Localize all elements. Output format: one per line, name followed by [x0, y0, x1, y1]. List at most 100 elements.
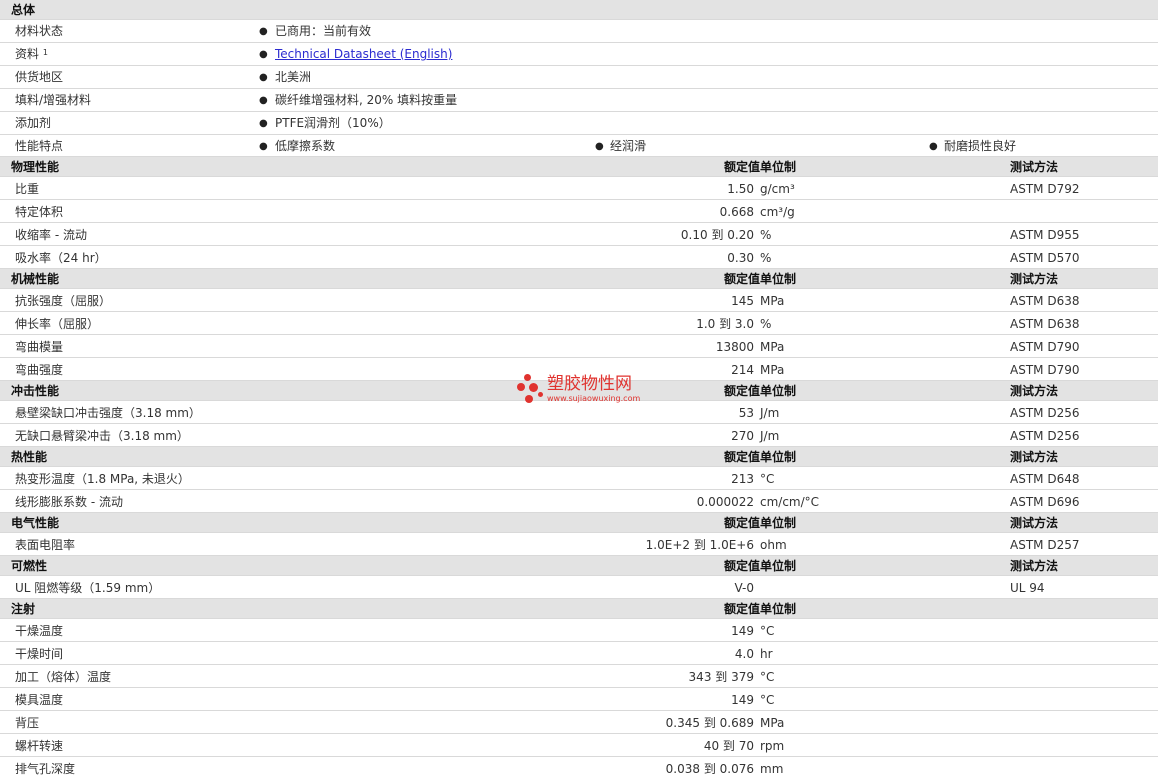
property-method: ASTM D955	[1010, 228, 1080, 242]
property-unit: J/m	[760, 406, 780, 420]
section-title: 电气性能	[11, 516, 60, 530]
logo-dot-icon	[517, 383, 525, 391]
row-label: 填料/增强材料	[15, 93, 92, 107]
section-title: 总体	[11, 3, 36, 17]
column-header-method: 测试方法	[1010, 450, 1059, 464]
section-header: 机械性能 额定值 单位制 测试方法	[0, 269, 1158, 289]
property-value: 270	[731, 429, 754, 443]
property-row: 干燥时间 4.0 hr	[0, 642, 1158, 665]
row-value: 经润滑	[610, 139, 647, 153]
property-label: 线形膨胀系数 - 流动	[15, 495, 123, 509]
column-header-unit: 单位制	[760, 384, 797, 398]
logo-dot-icon	[538, 392, 543, 397]
property-label: 表面电阻率	[15, 538, 76, 552]
bullet-icon: ●	[595, 141, 604, 152]
property-method: ASTM D638	[1010, 294, 1080, 308]
property-row: 特定体积 0.668 cm³/g	[0, 200, 1158, 223]
property-label: 比重	[15, 182, 40, 196]
property-value: 40 到 70	[703, 739, 754, 753]
property-value: 214	[731, 363, 754, 377]
row-label: 资料 1	[15, 47, 48, 61]
property-row: 收缩率 - 流动 0.10 到 0.20% ASTM D955	[0, 223, 1158, 246]
property-value: 213	[731, 472, 754, 486]
logo-dot-icon	[525, 395, 533, 403]
general-row-documents: 资料 1 ● Technical Datasheet (English)	[0, 43, 1158, 66]
property-value: 0.345 到 0.689	[665, 716, 754, 730]
property-value: 0.000022	[696, 495, 754, 509]
property-label: 悬壁梁缺口冲击强度（3.18 mm）	[15, 406, 201, 420]
property-method: ASTM D256	[1010, 406, 1080, 420]
property-label: 抗张强度（屈服）	[15, 294, 112, 308]
bullet-icon: ●	[259, 72, 268, 83]
section-header-general: 总体	[0, 0, 1158, 20]
logo-dot-icon	[529, 383, 538, 392]
property-row: 弯曲模量 13800 MPa ASTM D790	[0, 335, 1158, 358]
property-method: ASTM D570	[1010, 251, 1080, 265]
property-label: 特定体积	[15, 205, 64, 219]
property-unit: MPa	[760, 716, 785, 730]
row-label: 供货地区	[15, 70, 64, 84]
section-title: 冲击性能	[11, 384, 60, 398]
column-header-unit: 单位制	[760, 450, 797, 464]
watermark-url: www.sujiaowuxing.com	[547, 394, 641, 403]
property-row: 背压 0.345 到 0.689 MPa	[0, 711, 1158, 734]
property-value: 0.30	[727, 251, 754, 265]
section-title: 物理性能	[11, 160, 60, 174]
property-method: ASTM D696	[1010, 495, 1080, 509]
property-value: 149	[731, 624, 754, 638]
property-label: 无缺口悬臂梁冲击（3.18 mm）	[15, 429, 189, 443]
watermark-title: 塑胶物性网	[547, 374, 632, 394]
section-header: 可燃性 额定值 单位制 测试方法	[0, 556, 1158, 576]
property-unit: %	[760, 317, 772, 331]
bullet-icon: ●	[259, 118, 268, 129]
property-label: 干燥时间	[15, 647, 64, 661]
property-row: 表面电阻率 1.0E+2 到 1.0E+6 ohm ASTM D257	[0, 533, 1158, 556]
general-row-status: 材料状态 ● 已商用：当前有效	[0, 20, 1158, 43]
column-header-nominal: 额定值	[723, 272, 760, 286]
property-unit: MPa	[760, 340, 785, 354]
property-label: 伸长率（屈服）	[15, 317, 100, 331]
property-value: 343 到 379	[688, 670, 754, 684]
row-value: 耐磨损性良好	[944, 139, 1017, 153]
property-method: UL 94	[1010, 581, 1045, 595]
section-header: 热性能 额定值 单位制 测试方法	[0, 447, 1158, 467]
property-row: 模具温度 149 °C	[0, 688, 1158, 711]
logo-dot-icon	[524, 374, 531, 381]
property-row: 伸长率（屈服） 1.0 到 3.0% ASTM D638	[0, 312, 1158, 335]
property-unit: %	[760, 228, 772, 242]
general-row-features: 性能特点 ● 低摩擦系数 ● 经润滑 ● 耐磨损性良好	[0, 135, 1158, 157]
property-label: 吸水率（24 hr）	[15, 251, 107, 265]
general-row-filler: 填料/增强材料 ● 碳纤维增强材料, 20% 填料按重量	[0, 89, 1158, 112]
column-header-nominal: 额定值	[723, 384, 760, 398]
property-value: 13800	[715, 340, 754, 354]
property-unit: °C	[760, 693, 775, 707]
bullet-icon: ●	[929, 141, 938, 152]
footnote-marker: 1	[42, 48, 48, 57]
column-header-nominal: 额定值	[723, 602, 760, 616]
property-method: ASTM D792	[1010, 182, 1080, 196]
row-value: 低摩擦系数	[275, 139, 336, 153]
row-label: 材料状态	[15, 24, 64, 38]
property-unit: MPa	[760, 294, 785, 308]
row-value: 北美洲	[275, 70, 312, 84]
property-unit: g/cm³	[760, 182, 795, 196]
bullet-icon: ●	[259, 26, 268, 37]
property-value: 145	[731, 294, 754, 308]
column-header-unit: 单位制	[760, 272, 797, 286]
property-label: UL 阻燃等级（1.59 mm）	[15, 581, 161, 595]
column-header-unit: 单位制	[760, 516, 797, 530]
property-value: 1.0 到 3.0	[696, 317, 754, 331]
property-method: ASTM D648	[1010, 472, 1080, 486]
property-unit: ohm	[760, 538, 787, 552]
bullet-icon: ●	[259, 141, 268, 152]
property-label: 螺杆转速	[15, 739, 64, 753]
row-label: 性能特点	[15, 139, 64, 153]
general-row-additive: 添加剂 ● PTFE润滑剂（10%）	[0, 112, 1158, 135]
property-unit: %	[760, 251, 772, 265]
property-label: 背压	[15, 716, 40, 730]
bullet-icon: ●	[259, 95, 268, 106]
column-header-unit: 单位制	[760, 160, 797, 174]
section-title: 注射	[11, 602, 36, 616]
technical-datasheet-link[interactable]: Technical Datasheet (English)	[275, 43, 452, 66]
section-title: 可燃性	[11, 559, 48, 573]
